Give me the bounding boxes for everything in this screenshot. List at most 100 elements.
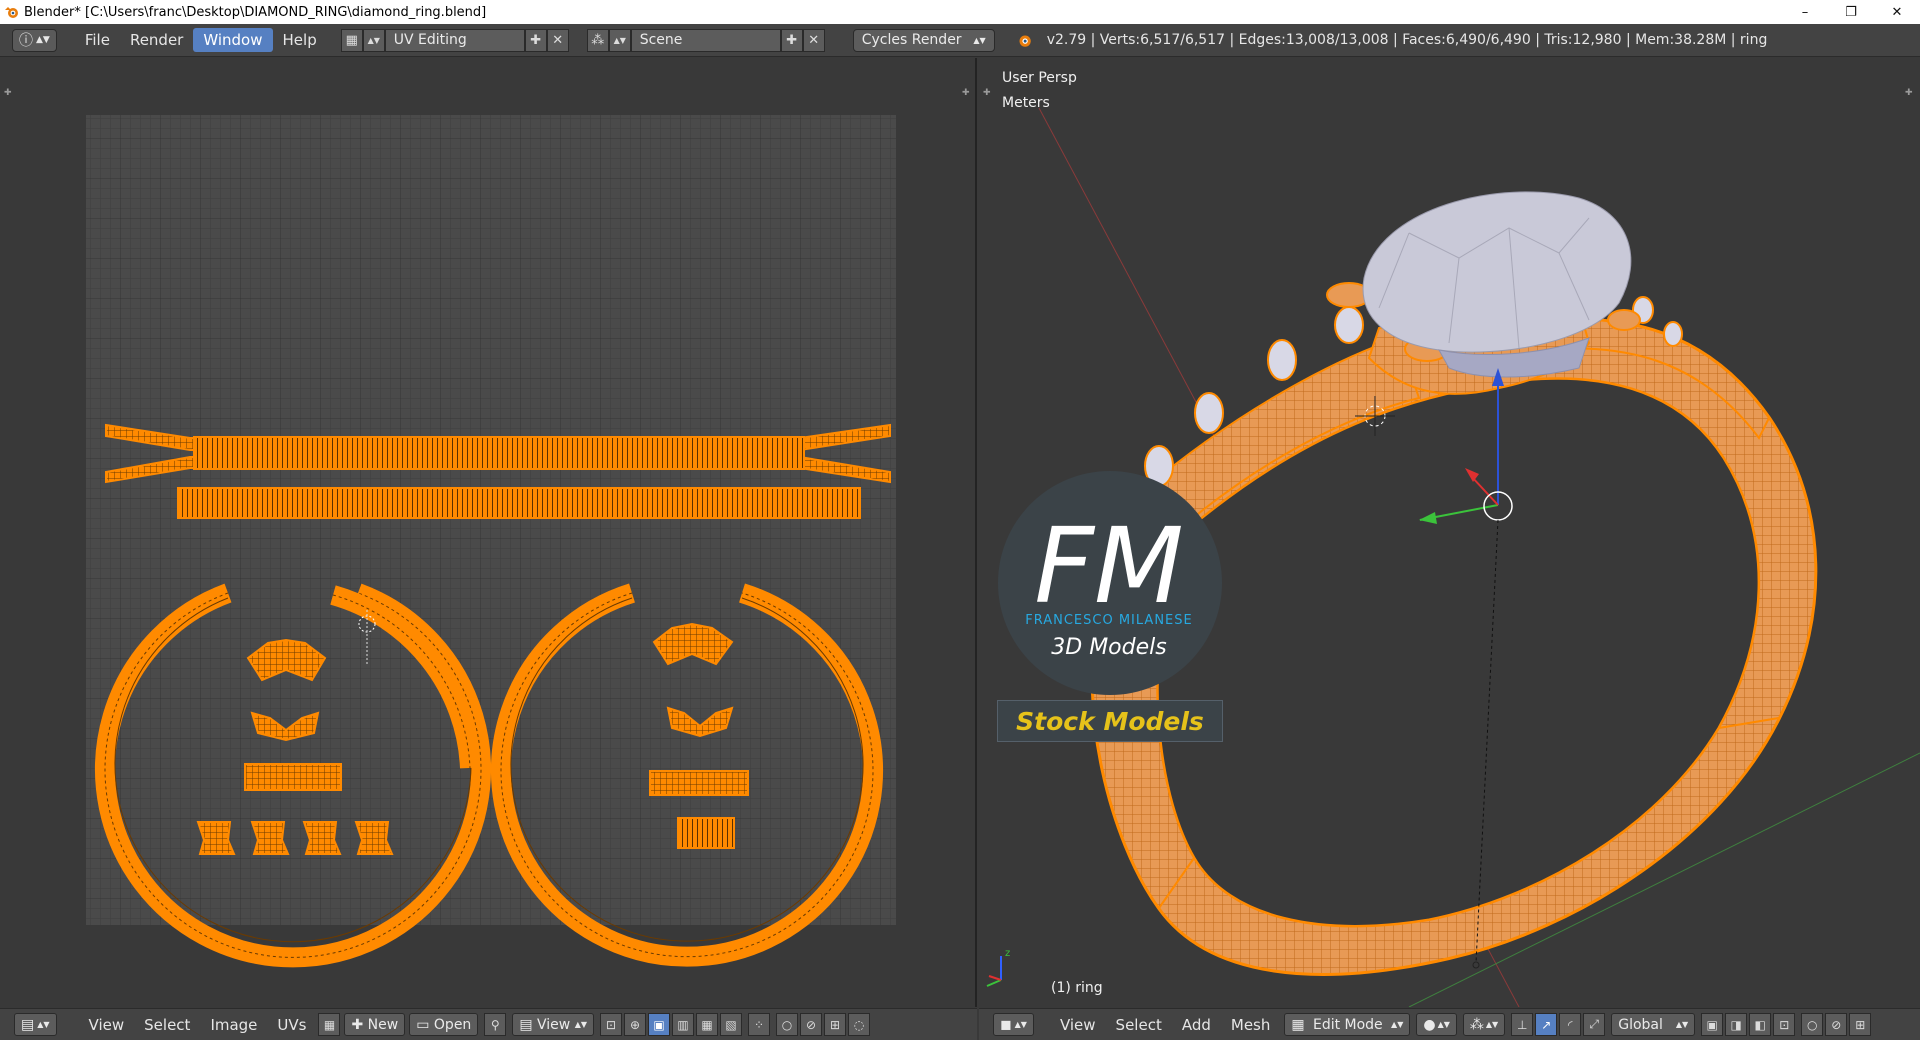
- sync-selection-icon[interactable]: ⊕: [624, 1013, 646, 1036]
- snap-icon[interactable]: ⊘: [800, 1013, 822, 1036]
- pin-icon[interactable]: ⚲: [484, 1013, 507, 1036]
- menu-help[interactable]: Help: [273, 28, 327, 52]
- minimize-button[interactable]: –: [1782, 0, 1828, 24]
- uv-canvas[interactable]: ✚ ✚: [0, 58, 977, 1007]
- uv-extra-icon[interactable]: ◌: [848, 1013, 870, 1036]
- shading-select[interactable]: ● ▲▼: [1416, 1013, 1457, 1036]
- new-image-button[interactable]: ✚ New: [344, 1013, 406, 1036]
- edge-mode-icon[interactable]: ◨: [1725, 1013, 1748, 1036]
- edge-select-icon[interactable]: ▥: [672, 1013, 694, 1036]
- dropdown-arrows-icon: ▲▼: [1485, 1020, 1499, 1029]
- uv-editor-type-button[interactable]: ▤ ▲▼: [14, 1013, 57, 1036]
- viewport-editor-type-button[interactable]: ◼ ▲▼: [993, 1013, 1034, 1036]
- region-toggle-left-icon[interactable]: ✚: [4, 88, 12, 98]
- dropdown-arrows-icon: ▲▼: [1391, 1020, 1404, 1029]
- rotate-manipulator-icon[interactable]: ◜: [1559, 1013, 1582, 1036]
- scene-icon[interactable]: ⁂: [586, 28, 609, 52]
- edit-mode-icon: ▦: [1291, 1016, 1305, 1033]
- info-header: ⓘ ▲▼ File Render Window Help ▦ ▲▼ UV Edit…: [0, 24, 1920, 57]
- menu-window[interactable]: Window: [193, 28, 273, 52]
- layout-grid-icon[interactable]: ▦: [340, 28, 363, 52]
- snap-target-icon[interactable]: ⊞: [824, 1013, 846, 1036]
- uv-menu-select[interactable]: Select: [134, 1016, 200, 1034]
- updown-arrows-icon: ▲▼: [37, 1020, 50, 1029]
- image-editor-icon: ▤: [21, 1016, 35, 1033]
- orientation-select[interactable]: Global ▲▼: [1611, 1013, 1696, 1036]
- blender-info-logo-icon: [1019, 35, 1031, 47]
- plus-icon: ✚: [351, 1016, 364, 1033]
- uv-menu-view[interactable]: View: [79, 1016, 135, 1034]
- uv-menu-uvs[interactable]: UVs: [267, 1016, 316, 1034]
- proportional-edit-icon[interactable]: ○: [1801, 1013, 1824, 1036]
- axis-gizmo-icon: z: [986, 948, 1010, 987]
- translate-manipulator-icon[interactable]: ↗: [1535, 1013, 1558, 1036]
- proportional-icon[interactable]: ○: [776, 1013, 798, 1036]
- image-browse-icon[interactable]: ▦: [318, 1013, 341, 1036]
- region-toggle-right-icon[interactable]: ✚: [1905, 88, 1913, 98]
- vp-menu-select[interactable]: Select: [1106, 1016, 1172, 1034]
- units-label: Meters: [1002, 95, 1050, 111]
- region-toggle-left-icon[interactable]: ✚: [983, 88, 991, 98]
- folder-icon: ▭: [416, 1016, 430, 1033]
- uv-image-editor[interactable]: ✚ ✚: [0, 58, 977, 1007]
- face-mode-icon[interactable]: ◧: [1749, 1013, 1772, 1036]
- pivot-point-icon: ⁂: [1469, 1016, 1484, 1033]
- uv-editor-header: ▤ ▲▼ View Select Image UVs ▦ ✚ New ▭ Open…: [0, 1008, 977, 1040]
- sticky-mode-icon[interactable]: ⁘: [748, 1013, 770, 1036]
- editor-type-selector[interactable]: ⓘ ▲▼: [12, 28, 57, 52]
- scale-manipulator-icon[interactable]: ⤢: [1583, 1013, 1606, 1036]
- vertex-mode-icon[interactable]: ▣: [1701, 1013, 1724, 1036]
- dropdown-arrows-icon: ▲▼: [574, 1020, 587, 1029]
- 3d-viewport-header: ◼ ▲▼ View Select Add Mesh ▦ Edit Mode ▲▼ ● ▲…: [979, 1008, 1920, 1040]
- pivot-icon[interactable]: ⊡: [600, 1013, 622, 1036]
- vp-menu-view[interactable]: View: [1050, 1016, 1106, 1034]
- vp-menu-mesh[interactable]: Mesh: [1221, 1016, 1281, 1034]
- open-image-label: Open: [433, 1016, 472, 1033]
- close-button[interactable]: ✕: [1874, 0, 1920, 24]
- render-engine-select[interactable]: Cycles Render ▲▼: [852, 28, 995, 52]
- cube-icon: ◼: [1000, 1016, 1012, 1033]
- stock-models-badge: Stock Models: [997, 700, 1223, 742]
- mode-select[interactable]: ▦ Edit Mode ▲▼: [1284, 1013, 1411, 1036]
- new-image-label: New: [367, 1016, 399, 1033]
- face-select-icon[interactable]: ▦: [696, 1013, 718, 1036]
- add-layout-icon[interactable]: ✚: [524, 28, 547, 52]
- add-scene-icon[interactable]: ✚: [780, 28, 803, 52]
- remove-layout-icon[interactable]: ✕: [546, 28, 569, 52]
- dropdown-arrows-icon: ▲▼: [1437, 1020, 1450, 1029]
- view-mode-select[interactable]: ▤ View ▲▼: [512, 1013, 594, 1036]
- menu-file[interactable]: File: [75, 28, 120, 52]
- info-icon: ⓘ: [19, 33, 33, 49]
- shading-sphere-icon: ●: [1423, 1016, 1436, 1033]
- open-image-button[interactable]: ▭ Open: [409, 1013, 479, 1036]
- svg-text:z: z: [1005, 948, 1010, 959]
- mode-label: Edit Mode: [1312, 1016, 1383, 1033]
- scene-field[interactable]: Scene: [630, 28, 781, 52]
- scene-updown-icon[interactable]: ▲▼: [608, 28, 631, 52]
- fm-logo-watermark: FM FRANCESCO MILANESE 3D Models: [998, 471, 1222, 695]
- window-title: Blender* [C:\Users\franc\Desktop\DIAMOND…: [24, 4, 487, 20]
- vp-menu-add[interactable]: Add: [1172, 1016, 1221, 1034]
- uv-island-band-long: [177, 487, 861, 519]
- screen-layout-field[interactable]: UV Editing: [384, 28, 525, 52]
- snap-toggle-icon[interactable]: ⊞: [1849, 1013, 1872, 1036]
- layout-updown-icon[interactable]: ▲▼: [362, 28, 385, 52]
- logo-sub: 3D Models: [1051, 635, 1166, 660]
- pivot-select[interactable]: ⁂ ▲▼: [1462, 1013, 1506, 1036]
- region-toggle-right-icon[interactable]: ✚: [962, 88, 970, 98]
- limit-visible-icon[interactable]: ⊡: [1773, 1013, 1796, 1036]
- active-object-label: (1) ring: [1051, 980, 1103, 996]
- vertex-select-icon[interactable]: ▣: [648, 1013, 670, 1036]
- restore-button[interactable]: ❐: [1828, 0, 1874, 24]
- updown-arrows-icon: ▲▼: [36, 35, 50, 45]
- snap-element-icon[interactable]: ⊘: [1825, 1013, 1848, 1036]
- manipulator-toggle-icon[interactable]: ⊥: [1511, 1013, 1534, 1036]
- island-select-icon[interactable]: ▧: [720, 1013, 742, 1036]
- uv-menu-image[interactable]: Image: [200, 1016, 267, 1034]
- menu-render[interactable]: Render: [120, 28, 193, 52]
- remove-scene-icon[interactable]: ✕: [802, 28, 825, 52]
- updown-arrows-icon: ▲▼: [1014, 1020, 1027, 1029]
- window-titlebar: Blender* [C:\Users\franc\Desktop\DIAMOND…: [0, 0, 1920, 24]
- uv-island-block-left: [244, 763, 342, 791]
- view-mode-icon: ▤: [519, 1016, 533, 1033]
